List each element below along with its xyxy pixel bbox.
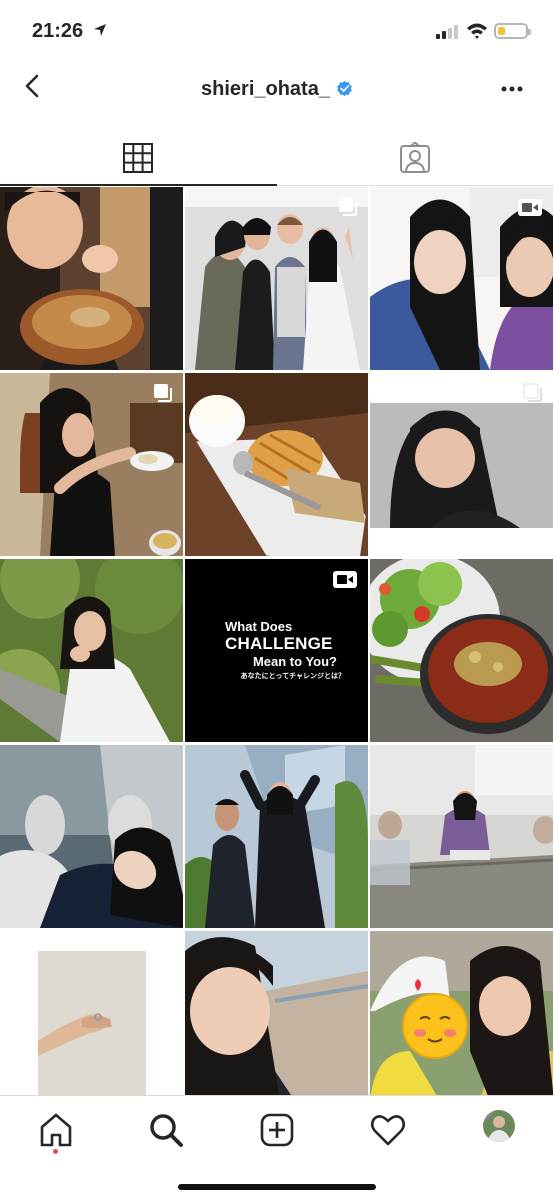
multiple-posts-icon bbox=[154, 384, 172, 402]
post-thumbnail[interactable] bbox=[370, 745, 553, 928]
multiple-posts-icon bbox=[339, 198, 357, 216]
post-image bbox=[0, 931, 183, 1095]
post-thumbnail[interactable] bbox=[0, 187, 183, 370]
post-thumbnail[interactable] bbox=[185, 745, 368, 928]
post-thumbnail[interactable] bbox=[185, 931, 368, 1095]
post-thumbnail[interactable] bbox=[370, 559, 553, 742]
profile-header: shieri_ohata_ bbox=[0, 60, 554, 120]
video-caption-card: What Does CHALLENGE Mean to You? あなたにとって… bbox=[225, 619, 345, 681]
verified-badge-icon bbox=[337, 80, 352, 97]
post-thumbnail[interactable] bbox=[0, 373, 183, 556]
post-image bbox=[0, 745, 183, 928]
post-image bbox=[370, 745, 553, 928]
username-text: shieri_ohata_ bbox=[201, 78, 330, 100]
wifi-icon bbox=[467, 23, 487, 39]
post-thumbnail[interactable]: What Does CHALLENGE Mean to You? あなたにとって… bbox=[185, 559, 368, 742]
caption-line-1: What Does bbox=[225, 619, 293, 634]
post-thumbnail[interactable] bbox=[0, 559, 183, 742]
post-thumbnail[interactable] bbox=[185, 187, 368, 370]
caption-line-2: CHALLENGE bbox=[225, 634, 333, 653]
tagged-person-icon bbox=[400, 142, 430, 173]
location-arrow-icon bbox=[94, 24, 106, 36]
post-thumbnail[interactable] bbox=[370, 373, 553, 556]
battery-icon bbox=[494, 23, 531, 39]
post-image bbox=[370, 559, 553, 742]
igtv-video-icon bbox=[518, 199, 542, 216]
notification-dot bbox=[53, 1149, 58, 1154]
status-time: 21:26 bbox=[32, 20, 84, 42]
caption-line-3: Mean to You? bbox=[252, 654, 337, 669]
post-thumbnail[interactable] bbox=[0, 931, 183, 1095]
igtv-video-icon bbox=[333, 571, 357, 588]
tab-tagged[interactable] bbox=[277, 132, 554, 186]
post-thumbnail[interactable] bbox=[370, 187, 553, 370]
post-image bbox=[185, 931, 368, 1095]
profile-tabs bbox=[0, 132, 554, 186]
posts-grid: What Does CHALLENGE Mean to You? あなたにとって… bbox=[0, 187, 554, 1095]
post-image bbox=[0, 559, 183, 742]
status-bar: 21:26 bbox=[0, 0, 554, 60]
post-thumbnail[interactable] bbox=[370, 931, 553, 1095]
post-image bbox=[370, 931, 553, 1095]
post-thumbnail[interactable] bbox=[0, 745, 183, 928]
post-thumbnail[interactable] bbox=[185, 373, 368, 556]
grid-icon bbox=[123, 143, 153, 173]
tab-grid[interactable] bbox=[0, 132, 277, 186]
search-icon[interactable] bbox=[146, 1110, 186, 1150]
activity-heart-icon[interactable] bbox=[368, 1110, 408, 1150]
post-image bbox=[185, 373, 368, 556]
multiple-posts-icon bbox=[523, 383, 542, 402]
profile-avatar[interactable] bbox=[483, 1110, 515, 1142]
home-indicator bbox=[178, 1184, 376, 1190]
post-image bbox=[0, 187, 183, 370]
new-post-icon[interactable] bbox=[257, 1110, 297, 1150]
caption-line-4: あなたにとってチャレンジとは？ bbox=[240, 673, 345, 680]
avatar-image bbox=[483, 1110, 515, 1142]
post-image bbox=[185, 745, 368, 928]
profile-username: shieri_ohata_ bbox=[0, 78, 554, 101]
more-options-icon[interactable] bbox=[500, 84, 524, 94]
signal-icon bbox=[436, 25, 458, 39]
home-icon[interactable] bbox=[36, 1110, 76, 1150]
